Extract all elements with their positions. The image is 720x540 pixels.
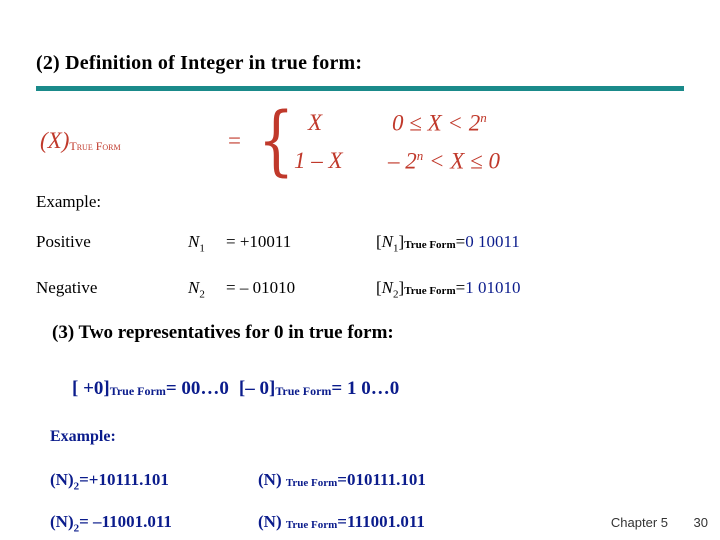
formula-case2-condition: – 2n < X ≤ 0 (388, 148, 500, 174)
positive-true-form-result: [N1]True Form=0 10011 (376, 232, 520, 255)
formula-equals-sign: = (228, 128, 241, 153)
negative-true-form-subscript: True Form (404, 285, 456, 297)
formula-case2-expression: 1 – X (294, 148, 343, 173)
formula-brace: { (258, 95, 295, 184)
positive-zero-true-form-subscript: True Form (109, 384, 166, 398)
negative-label: Negative (36, 278, 98, 297)
negative-variable-name: N2 (188, 278, 205, 301)
positive-zero-open: [ +0] (72, 378, 110, 399)
formula-lhs-subscript: True Form (69, 139, 121, 153)
negative-true-form-result: [N2]True Form=1 01010 (376, 278, 521, 301)
zero-representations-line: [ +0]True Form= 00…0 [– 0]True Form= 1 0…… (72, 378, 399, 400)
negative-zero-true-form-subscript: True Form (275, 384, 332, 398)
formula-case1-expression: X (308, 110, 323, 135)
formula-case1-exponent: n (480, 110, 487, 125)
footer-chapter-label: Chapter 5 (610, 515, 668, 530)
slide-canvas: (2) Definition of Integer in true form: … (0, 0, 720, 540)
positive-zero-value: = 00…0 (165, 378, 229, 399)
formula-case1-condition: 0 ≤ X < 2n (392, 110, 487, 136)
section-3-heading: (3) Two representatives for 0 in true fo… (52, 322, 394, 343)
positive-label: Positive (36, 232, 91, 251)
example-1-true-form-subscript: True Form (285, 477, 338, 489)
example-label-1: Example: (36, 192, 102, 211)
title-underline-rule (36, 86, 684, 91)
positive-variable-name: N1 (188, 232, 205, 255)
positive-result-bits: 0 10011 (465, 232, 520, 251)
page-title: (2) Definition of Integer in true form: (36, 52, 363, 74)
example-2-true-form: (N) True Form=111001.011 (258, 512, 425, 531)
positive-variable-value: = +10011 (226, 232, 292, 251)
formula-left-hand-side: (X)True Form (40, 128, 121, 153)
footer-page-number: 30 (693, 515, 708, 530)
example-label-2: Example: (50, 428, 116, 445)
example-2-binary: (N)2= –11001.011 (50, 512, 172, 535)
positive-true-form-subscript: True Form (404, 239, 456, 251)
example-1-binary: (N)2=+10111.101 (50, 470, 169, 493)
negative-variable-value: = – 01010 (226, 278, 296, 297)
negative-zero-value: = 1 0…0 (331, 378, 400, 399)
true-form-definition-formula: (X)True Form = { X 0 ≤ X < 2n 1 – X – 2n… (40, 100, 600, 185)
example-2-true-form-subscript: True Form (285, 519, 338, 531)
negative-zero-open: [– 0] (238, 378, 276, 399)
example-1-true-form: (N) True Form=010111.101 (258, 470, 426, 489)
negative-result-bits: 1 01010 (465, 278, 521, 297)
